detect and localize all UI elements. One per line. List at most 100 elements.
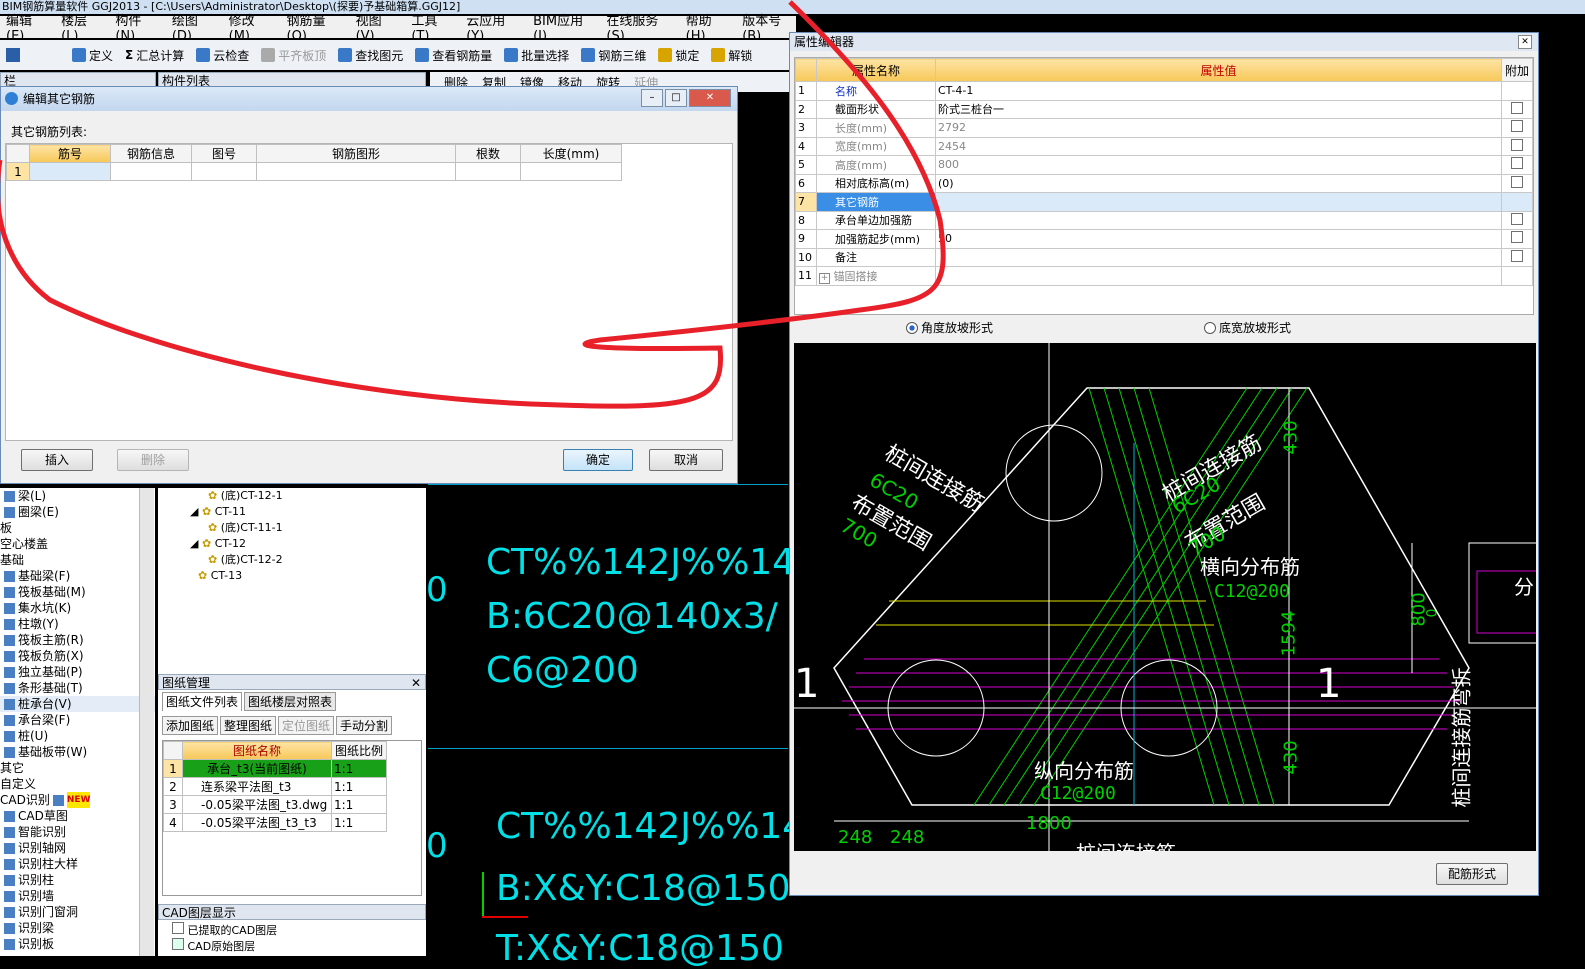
tab-floor-mapping[interactable]: 图纸楼层对照表 [244,692,337,711]
cap-icon: ✿ [208,521,218,534]
side-fen-text: 分 [1514,575,1534,599]
insert-button[interactable]: 插入 [21,449,93,471]
label-longitudinal: 纵向分布筋 [1034,759,1134,783]
tree-item[interactable]: ◢ ✿ CT-12 [158,536,426,552]
side-rebar-text: 桩间连接筋弯折 [1449,667,1474,808]
cap-beam-icon [4,714,15,726]
nav-sump[interactable]: 集水坑(K) [0,600,155,616]
label-transverse: 横向分布筋 [1200,555,1300,579]
new-badge: NEW [66,792,91,808]
recognize-slab-icon [4,938,15,950]
close-icon[interactable]: ✕ [1518,35,1532,49]
axis-icon [4,842,15,854]
nav-ring-beam[interactable]: 圈梁(E) [0,504,155,520]
extra-checkbox[interactable] [1511,231,1523,244]
extra-checkbox[interactable] [1511,138,1523,151]
layer-checkbox[interactable] [172,922,184,934]
cad-guide-line [428,748,788,749]
tree-item[interactable]: ✿ CT-13 [158,568,426,584]
close-icon[interactable]: ✕ [411,675,421,691]
col-drawing-scale[interactable]: 图纸比例 [331,741,387,760]
arrange-drawing-button[interactable]: 整理图纸 [220,716,277,735]
grid-icon [52,794,64,806]
tree-item[interactable]: ◢ ✿ CT-11 [158,504,426,520]
table-row[interactable]: 2 连系梁平法图_t3 1:1 [163,777,387,796]
nav-raft[interactable]: 筏板基础(M) [0,584,155,600]
transverse-rebar [876,600,1214,626]
nav-cap-beam[interactable]: 承台梁(F) [0,712,155,728]
extra-checkbox[interactable] [1511,120,1523,133]
nav-recognize-axis[interactable]: 识别轴网 [0,840,155,856]
nav-cad-recognition[interactable]: CAD识别 NEW [0,792,155,808]
extra-checkbox[interactable] [1511,175,1523,188]
drawing-toolbar: 添加图纸 整理图纸 定位图纸 手动分割 [162,716,393,735]
add-drawing-button[interactable]: 添加图纸 [162,716,219,735]
label-transverse-val: C12@200 [1214,581,1290,602]
nav-raft-main-rebar[interactable]: 筏板主筋(R) [0,632,155,648]
sump-icon [4,602,15,614]
cad-text: 0 [426,570,448,610]
locate-drawing-button[interactable]: 定位图纸 [278,716,335,735]
collapse-icon[interactable]: ◢ [190,505,198,518]
table-row[interactable]: 3 -0.05梁平法图_t3.dwg 1:1 [163,795,387,814]
nav-recognize-column-detail[interactable]: 识别柱大样 [0,856,155,872]
nav-other[interactable]: 其它 [0,760,155,776]
raft-main-icon [4,634,15,646]
nav-smart-recognition[interactable]: 智能识别 [0,824,155,840]
tree-item[interactable]: ✿ (底)CT-12-1 [158,488,426,504]
nav-cad-sketch[interactable]: CAD草图 [0,808,155,824]
nav-pile[interactable]: 桩(U) [0,728,155,744]
nav-slab[interactable]: 板 [0,520,155,536]
nav-recognize-openings[interactable]: 识别门窗洞 [0,904,155,920]
nav-raft-neg-rebar[interactable]: 筏板负筋(X) [0,648,155,664]
delete-button[interactable]: 删除 [117,449,189,471]
nav-column-pier[interactable]: 柱墩(Y) [0,616,155,632]
nav-pile-cap[interactable]: 桩承台(V) [0,696,155,712]
nav-hollow-floor[interactable]: 空心楼盖 [0,536,155,552]
table-row[interactable]: 1 承台_t3(当前图纸) 1:1 [163,759,387,778]
nav-strip-footing[interactable]: 条形基础(T) [0,680,155,696]
collapse-icon[interactable]: ◢ [190,537,198,550]
radio-unchecked-icon [1204,321,1216,334]
radio-width[interactable]: 底宽放坡形式 [1204,319,1291,336]
strip-footing-icon [4,682,15,694]
layer-checkbox[interactable] [172,938,184,950]
nav-isolated-footing[interactable]: 独立基础(P) [0,664,155,680]
nav-recognize-wall[interactable]: 识别墙 [0,888,155,904]
cad-sketch-icon [4,810,15,822]
extra-checkbox[interactable] [1511,212,1523,225]
col-drawing-name[interactable]: 图纸名称 [182,741,332,760]
extra-checkbox[interactable] [1511,101,1523,114]
tree-item[interactable]: ✿ (底)CT-11-1 [158,520,426,536]
ok-button[interactable]: 确定 [563,449,633,471]
dim-248-b: 248 [890,827,925,848]
wall-icon [4,890,15,902]
dim-1800: 1800 [1026,813,1072,834]
cancel-button[interactable]: 取消 [649,449,723,471]
layer-original[interactable]: CAD原始图层 [172,938,277,954]
isolated-footing-icon [4,666,15,678]
nav-recognize-slab[interactable]: 识别板 [0,936,155,952]
extra-checkbox[interactable] [1511,157,1523,170]
rebar-form-button[interactable]: 配筋形式 [1436,863,1508,885]
tab-drawing-files[interactable]: 图纸文件列表 [162,692,243,711]
nav-beam[interactable]: 梁(L) [0,488,155,504]
drawing-list: 图纸名称 图纸比例 1 承台_t3(当前图纸) 1:1 2 连系梁平法图_t3 … [162,740,422,896]
col-prop-value[interactable]: 属性值 [935,58,1502,82]
manual-split-button[interactable]: 手动分割 [336,716,393,735]
col-prop-extra[interactable]: 附加 [1501,58,1533,82]
table-row[interactable]: 4 -0.05梁平法图_t3_t3 1:1 [163,813,387,832]
left-scrollbar[interactable] [139,488,154,956]
nav-foundation-strip[interactable]: 基础板带(W) [0,744,155,760]
cad-text: T:X&Y:C18@150 [496,928,784,969]
nav-foundation[interactable]: 基础 [0,552,155,568]
raft-neg-icon [4,650,15,662]
layer-extracted[interactable]: 已提取的CAD图层 [172,922,277,938]
nav-recognize-column[interactable]: 识别柱 [0,872,155,888]
cad-text: CT%%142J%%14 [496,806,806,847]
nav-recognize-beam[interactable]: 识别梁 [0,920,155,936]
tree-item[interactable]: ✿ (底)CT-12-2 [158,552,426,568]
extra-checkbox[interactable] [1511,249,1523,262]
nav-foundation-beam[interactable]: 基础梁(F) [0,568,155,584]
nav-custom[interactable]: 自定义 [0,776,155,792]
